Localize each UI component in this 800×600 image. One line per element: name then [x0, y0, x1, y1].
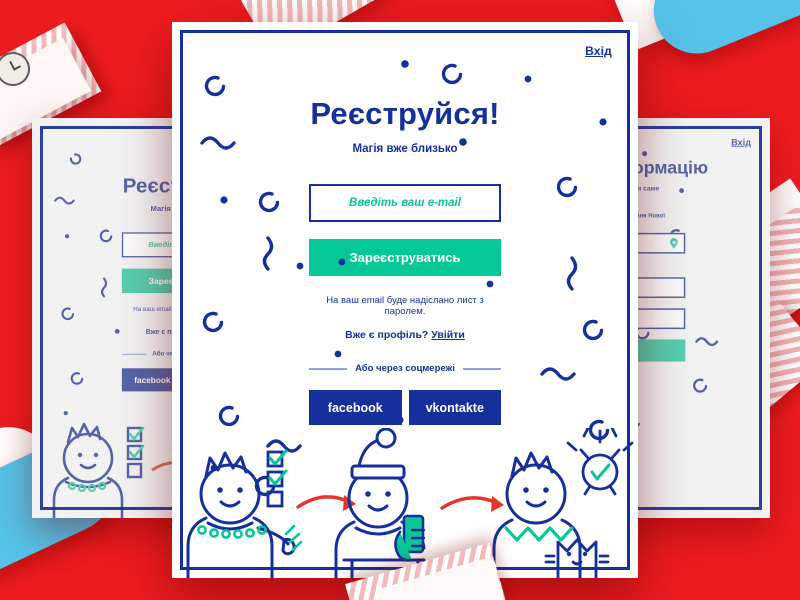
location-pin-icon	[669, 237, 678, 249]
page-title: Реєструйся!	[310, 96, 500, 131]
checkmark-icons	[268, 449, 288, 486]
registration-card[interactable]: Вхід Реєструйся! Магія вже близько Введі…	[172, 22, 638, 578]
social-divider: Або через соцмережі	[309, 363, 501, 374]
email-input[interactable]: Введіть ваш e-mail	[309, 184, 501, 222]
phone-icon	[394, 514, 426, 562]
already-profile-row: Вже є профіль? Увійти	[309, 329, 501, 341]
alarm-clock-icon	[566, 428, 634, 496]
app-background: Вхід Реєструйся! Магія вже близько Введі…	[0, 0, 800, 600]
already-prefix: Вже є профіль?	[345, 329, 429, 341]
facebook-button[interactable]: facebook	[309, 390, 402, 425]
blue-pill-prop-top	[640, 0, 800, 67]
email-note: На ваш email буде надіслано лист з парол…	[326, 295, 484, 317]
card-content-main: Вхід Реєструйся! Магія вже близько Введі…	[172, 22, 638, 578]
divider-line	[121, 353, 147, 355]
cat-icon	[544, 538, 610, 578]
page-subtitle: Магія вже близько	[352, 143, 458, 155]
divider-line-right	[462, 367, 501, 370]
register-button[interactable]: Зареєструватись	[309, 239, 501, 276]
social-buttons: facebook vkontakte	[309, 390, 501, 425]
divider-label: Або через соцмережі	[355, 363, 455, 374]
vkontakte-button[interactable]: vkontakte	[408, 390, 501, 425]
illustration-main	[186, 428, 634, 578]
registration-form: Введіть ваш e-mail Зареєструватись На ва…	[309, 184, 501, 425]
login-link[interactable]: Вхід	[585, 44, 612, 58]
login-link-right[interactable]: Вхід	[731, 137, 751, 147]
zigzag-sweater	[504, 526, 574, 542]
divider-line-left	[309, 367, 348, 370]
arrow-right-2	[440, 496, 504, 512]
email-placeholder: Введіть ваш e-mail	[349, 197, 461, 209]
arrow-right-1	[296, 495, 356, 511]
login-inline-link[interactable]: Увійти	[431, 329, 465, 341]
